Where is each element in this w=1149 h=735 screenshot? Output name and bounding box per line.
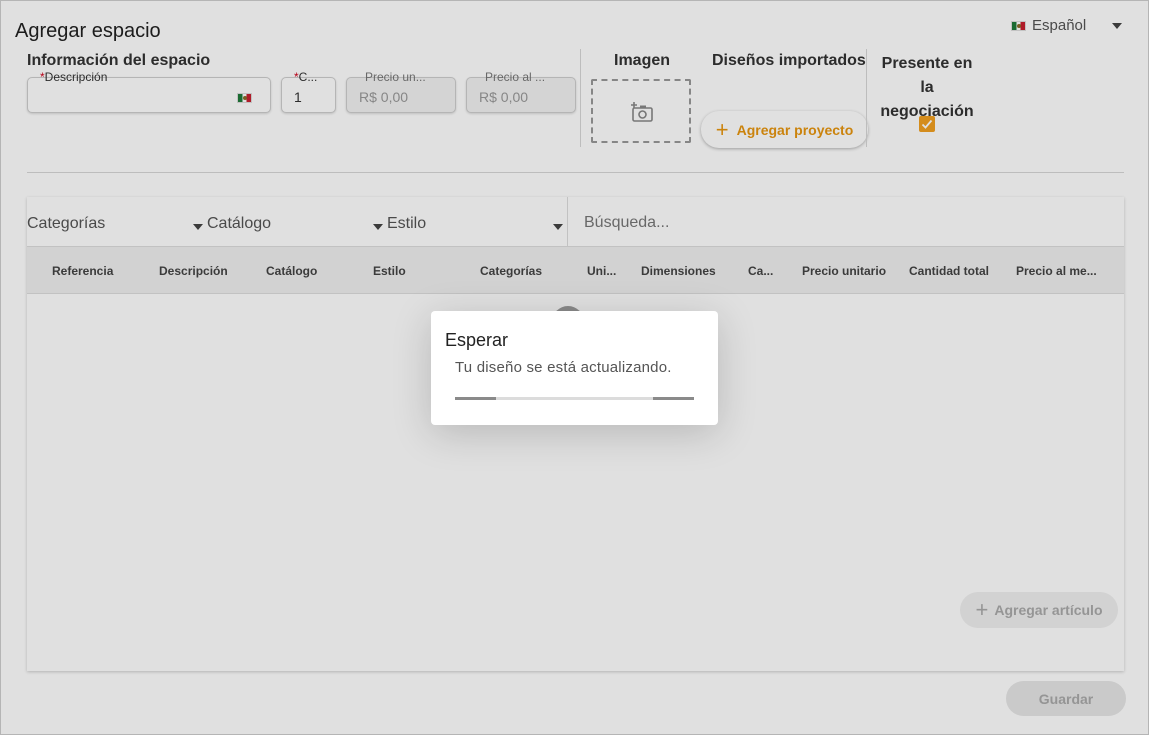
dialog-message: Tu diseño se está actualizando. — [455, 359, 672, 376]
progress-segment — [653, 397, 694, 400]
wait-dialog: Esperar Tu diseño se está actualizando. — [431, 311, 718, 425]
modal-overlay: Esperar Tu diseño se está actualizando. — [0, 0, 1149, 735]
dialog-title: Esperar — [445, 330, 509, 350]
progress-bar — [455, 397, 694, 400]
progress-segment — [455, 397, 496, 400]
